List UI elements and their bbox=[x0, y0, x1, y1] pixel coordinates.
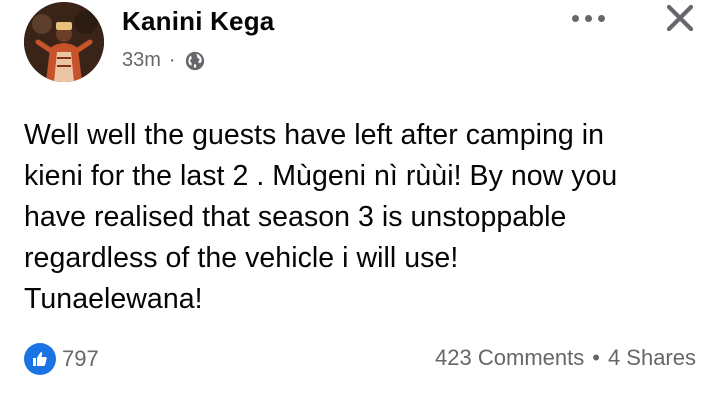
reactions-summary[interactable]: 797 bbox=[24, 343, 99, 375]
post-card: Kanini Kega 33m · Well well the guests h… bbox=[0, 0, 720, 402]
post-timestamp[interactable]: 33m bbox=[122, 49, 161, 72]
post-body-text: Well well the guests have left after cam… bbox=[24, 119, 618, 315]
shares-count[interactable]: 4 Shares bbox=[608, 345, 696, 371]
meta-separator: · bbox=[168, 49, 176, 71]
more-options-button[interactable] bbox=[566, 6, 610, 30]
reaction-count: 797 bbox=[62, 346, 99, 371]
globe-icon bbox=[185, 51, 204, 70]
post-meta: 33m · bbox=[122, 49, 206, 72]
close-icon bbox=[666, 4, 694, 32]
engagement-separator: • bbox=[592, 345, 600, 370]
like-icon bbox=[24, 343, 56, 375]
more-horizontal-icon bbox=[571, 14, 579, 22]
author-avatar[interactable] bbox=[24, 2, 104, 82]
more-horizontal-icon-dot bbox=[584, 14, 592, 22]
engagement-summary: 423 Comments • 4 Shares bbox=[435, 345, 696, 371]
more-horizontal-icon-dot bbox=[597, 14, 605, 22]
close-button[interactable] bbox=[662, 0, 698, 36]
author-name[interactable]: Kanini Kega bbox=[122, 6, 274, 37]
avatar-photo bbox=[24, 2, 104, 82]
comments-count[interactable]: 423 Comments bbox=[435, 345, 584, 371]
